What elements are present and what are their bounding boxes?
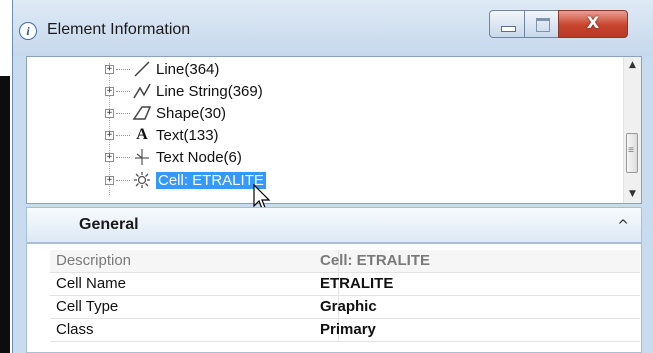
property-value: Graphic <box>320 298 377 315</box>
expand-icon[interactable]: + <box>105 108 114 118</box>
property-row[interactable]: Description Cell: ETRALITE <box>50 250 640 273</box>
tree-item-text-node[interactable]: + Text Node(6) <box>105 146 242 168</box>
minimize-icon <box>501 26 516 32</box>
scroll-down-icon[interactable]: ▼ <box>624 186 641 203</box>
minimize-button[interactable] <box>489 10 525 38</box>
tree-connector <box>116 112 130 114</box>
tree-connector <box>116 179 130 181</box>
collapse-icon[interactable]: ^ <box>617 218 629 234</box>
shape-icon <box>132 106 152 120</box>
property-row[interactable]: Cell Type Graphic <box>50 296 640 319</box>
maximize-button[interactable] <box>524 10 559 38</box>
property-row[interactable]: Cell Name ETRALITE <box>50 273 640 296</box>
info-icon: i <box>19 22 37 40</box>
tree-item-label: Text(133) <box>156 126 219 144</box>
cell-icon <box>134 172 150 188</box>
expand-icon[interactable]: + <box>105 152 114 162</box>
property-name: Cell Type <box>56 298 119 315</box>
expand-icon[interactable]: + <box>105 64 114 74</box>
tree-item-text[interactable]: + A Text(133) <box>105 124 219 146</box>
expand-icon[interactable]: + <box>105 130 114 140</box>
tree-connector <box>116 134 130 136</box>
line-icon <box>134 61 150 77</box>
property-value: ETRALITE <box>320 275 394 292</box>
tree-item-label: Line(364) <box>156 60 220 78</box>
property-row[interactable]: Class Primary <box>50 319 640 342</box>
tree-connector <box>116 156 130 158</box>
background-dark-region <box>0 76 10 353</box>
scrollbar-thumb[interactable] <box>626 133 638 173</box>
window-title: Element Information <box>47 21 191 38</box>
text-node-icon <box>135 149 149 165</box>
tree-connector <box>116 68 130 70</box>
property-name: Description <box>56 252 132 269</box>
properties-grid: Description Cell: ETRALITE Cell Name ETR… <box>26 243 642 353</box>
tree-scrollbar[interactable]: ▲ ▼ <box>623 57 641 203</box>
tree-item-label: Line String(369) <box>156 82 263 100</box>
tree-item-shape[interactable]: + Shape(30) <box>105 102 226 124</box>
tree-item-cell[interactable]: + Cell: ETRALITE <box>105 169 266 191</box>
title-bar[interactable]: i Element Information X <box>13 0 653 56</box>
property-value: Primary <box>320 321 376 338</box>
general-section-header[interactable]: General ^ <box>26 207 642 243</box>
element-information-window: i Element Information X + Line(364) + Li… <box>12 0 653 353</box>
property-name: Cell Name <box>56 275 127 292</box>
tree-connector <box>116 90 130 92</box>
text-icon: A <box>136 126 148 143</box>
expand-icon[interactable]: + <box>105 175 114 185</box>
close-button[interactable]: X <box>558 10 628 38</box>
expand-icon[interactable]: + <box>105 86 114 96</box>
close-icon: X <box>586 13 600 32</box>
tree-item-label: Text Node(6) <box>156 148 242 166</box>
tree-item-line-string[interactable]: + Line String(369) <box>105 80 263 102</box>
tree-item-label: Cell: ETRALITE <box>156 171 266 189</box>
section-title: General <box>79 216 139 233</box>
tree-item-label: Shape(30) <box>156 104 227 122</box>
background-strip <box>0 0 12 353</box>
property-value: Cell: ETRALITE <box>320 252 431 269</box>
tree-item-line[interactable]: + Line(364) <box>105 58 219 80</box>
element-tree[interactable]: + Line(364) + Line String(369) + Shape(3… <box>26 56 642 204</box>
maximize-icon <box>536 18 550 32</box>
line-string-icon <box>133 83 151 99</box>
property-name: Class <box>56 321 94 338</box>
scroll-up-icon[interactable]: ▲ <box>624 57 641 74</box>
